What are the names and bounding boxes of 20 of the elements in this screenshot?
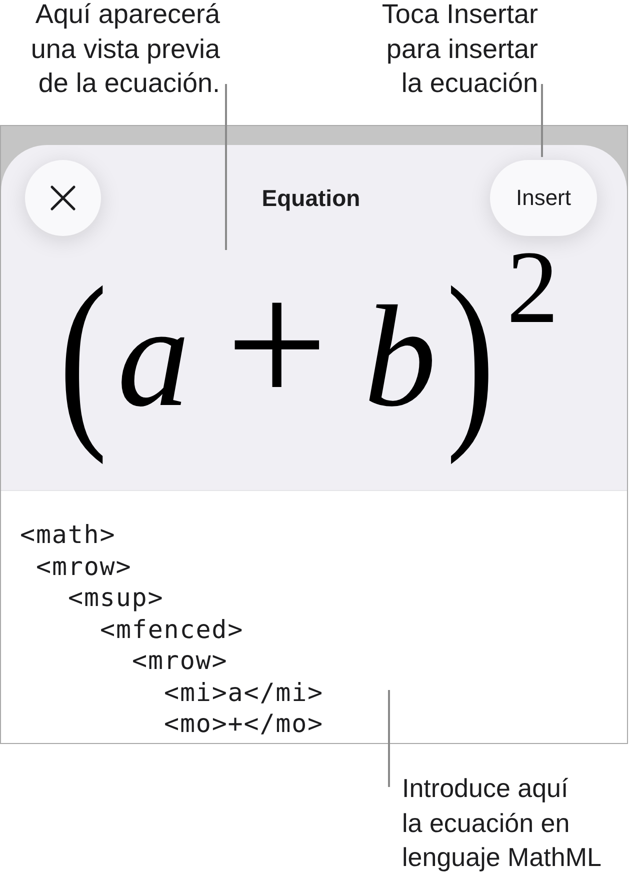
code-line: <math> (20, 519, 116, 550)
callout-text: Toca Insertar para insertar la ecuación (382, 0, 538, 100)
insert-button[interactable]: Insert (490, 160, 597, 236)
callout-text: Introduce aquí la ecuación en lenguaje MathML (402, 772, 602, 874)
equation-exponent: 2 (506, 236, 559, 340)
code-line: <mrow> (36, 550, 132, 582)
equation-parenthesis: ) (446, 247, 495, 468)
sheet-title: Equation (262, 184, 360, 212)
code-line: <mrow> (132, 645, 228, 676)
code-line: <mfenced> (100, 614, 244, 645)
equation-variable: a (117, 285, 190, 430)
code-line: <mo>+</mo> (164, 708, 324, 740)
code-line: <msup> (68, 582, 164, 614)
equation-variable: b (364, 285, 436, 430)
callout-text: Aquí aparecerá una vista previa de la ecuación. (30, 0, 220, 100)
code-line: <mi>a</mi> (164, 676, 324, 708)
equation-operator: + (226, 273, 328, 418)
close-icon (50, 185, 76, 211)
mathml-editor-field[interactable]: <math> <mrow> <msup> <mfenced> <mrow> <mi>a</mi> <mo>+</mo> (1, 490, 627, 743)
equation-parenthesis: ( (59, 247, 108, 468)
